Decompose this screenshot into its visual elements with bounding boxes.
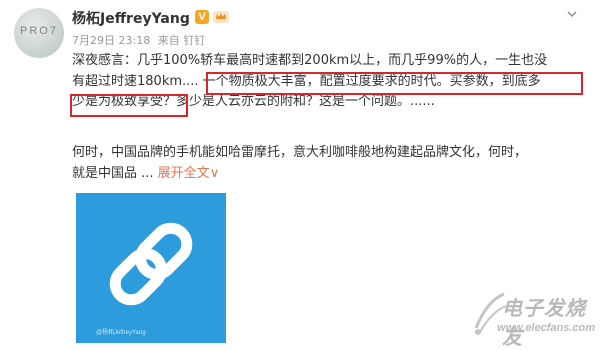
watermark-url: www.elecfans.com (497, 322, 596, 334)
chevron-down-icon[interactable] (566, 8, 578, 20)
thumbnail-caption: @杨柘JeffreyYang (96, 330, 146, 336)
watermark-text: 电子发烧友 (502, 296, 586, 349)
post-source[interactable]: 来自 钉钉 (158, 34, 206, 47)
avatar-text: PRO7 (20, 25, 58, 37)
post-text2-line2: 就是中国品 ... (72, 165, 154, 181)
username-link[interactable]: 杨柘JeffreyYang (72, 8, 190, 28)
post-meta: 7月29日 23:18 来自 钉钉 (72, 32, 209, 48)
avatar[interactable]: PRO7 (14, 8, 64, 58)
post-text-2: 何时，中国品牌的手机能如哈雷摩托，意大利咖啡般地构建起品牌文化，何时， 就是中国… (72, 143, 582, 184)
expand-label[interactable]: 展开全文 (158, 166, 210, 181)
post-text-line2-start: 有超过时速180km.... (72, 73, 203, 89)
expand-arrow-icon[interactable]: ∨ (210, 166, 220, 181)
post-text-line1: 深夜感言：几乎100%轿车最高时速都到200km以上，而几乎99%的人，一生也没 (72, 53, 548, 68)
expand-full-text-link[interactable]: 展开全文∨ (158, 166, 220, 181)
highlight-box-1 (206, 72, 583, 95)
member-crown-icon[interactable] (212, 9, 230, 24)
post-image-thumbnail[interactable]: @杨柘JeffreyYang (76, 193, 226, 343)
verified-badge-icon[interactable]: V (195, 10, 209, 24)
highlight-box-2 (70, 94, 188, 117)
post-timestamp[interactable]: 7月29日 23:18 (72, 34, 150, 47)
post-text2-line1: 何时，中国品牌的手机能如哈雷摩托，意大利咖啡般地构建起品牌文化，何时， (72, 145, 528, 160)
post-text-line3-end: 多少是人云亦云的附和？这是一个问题。...... (176, 94, 435, 109)
link-icon (109, 222, 193, 306)
